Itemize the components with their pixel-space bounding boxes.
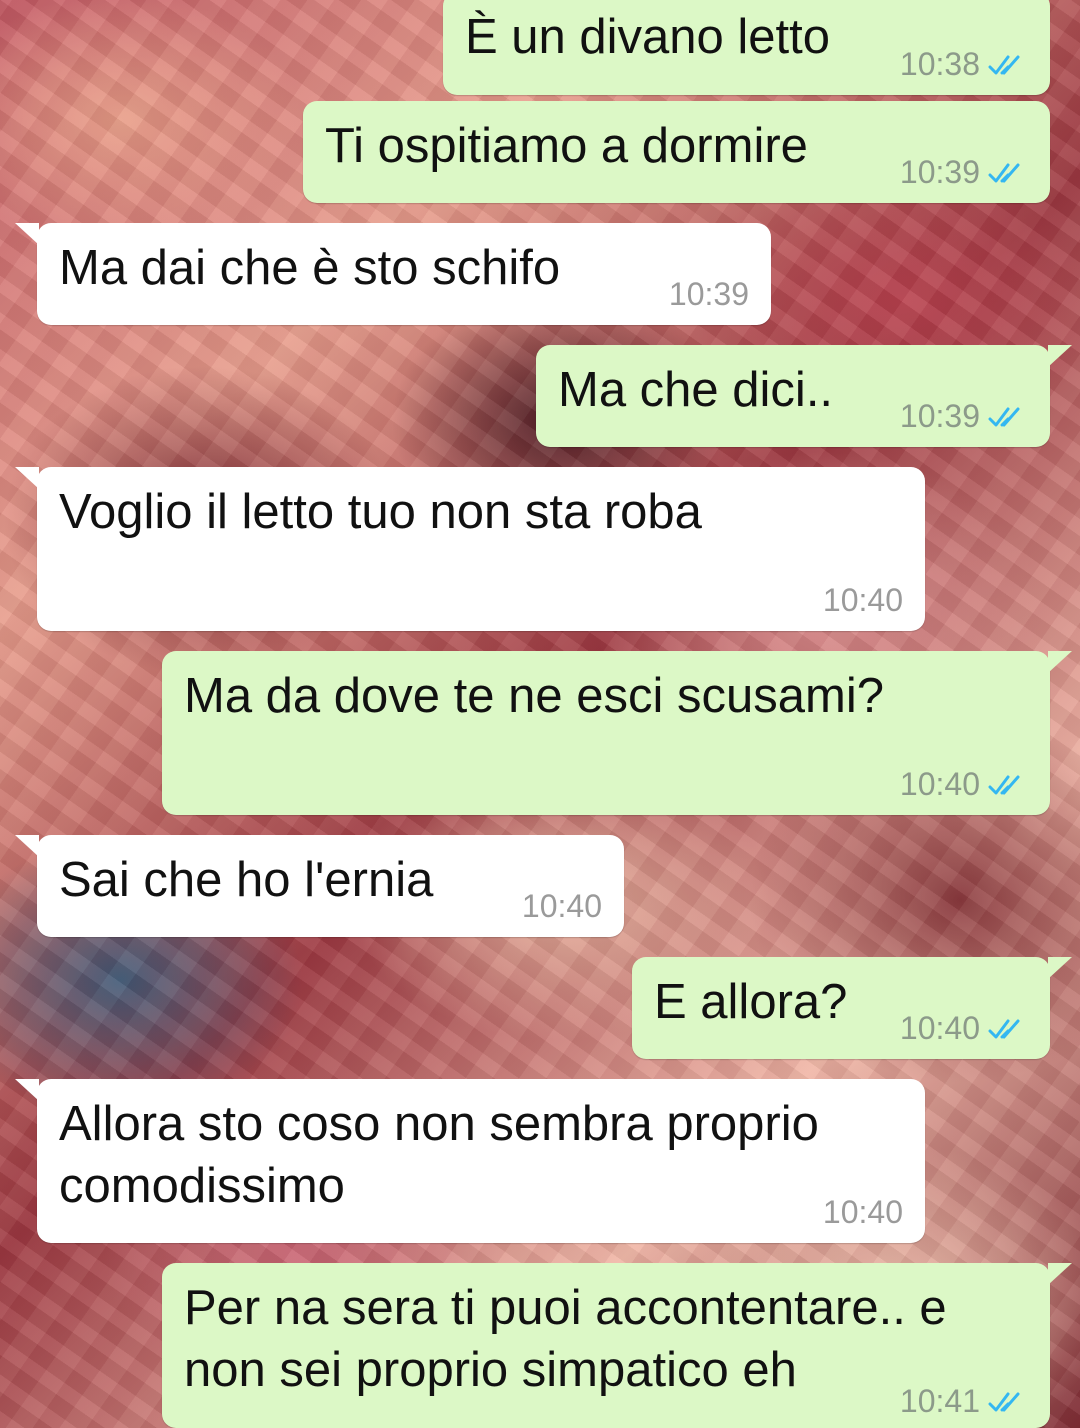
- message-meta: 10:41: [900, 1383, 1028, 1420]
- message-time: 10:40: [822, 1194, 903, 1230]
- message-time: 10:38: [899, 46, 980, 82]
- message-bubble-incoming[interactable]: Sai che ho l'ernia 10:40: [15, 835, 624, 937]
- double-check-icon: [988, 55, 1020, 74]
- message-bubble-outgoing[interactable]: Ma da dove te ne esci scusami? 10:40: [162, 651, 1072, 815]
- message-text: Sai che ho l'ernia: [59, 853, 434, 907]
- double-check-icon: [988, 1392, 1020, 1411]
- message-meta: 10:40: [522, 888, 602, 925]
- message-meta: 10:39: [900, 398, 1028, 435]
- message-bubble-outgoing[interactable]: Ti ospitiamo a dormire 10:39: [303, 101, 1050, 203]
- message-bubble-incoming[interactable]: Ma dai che è sto schifo 10:39: [15, 223, 771, 325]
- message-bubble-outgoing[interactable]: Ma che dici.. 10:39: [536, 345, 1072, 447]
- message-time: 10:39: [668, 276, 749, 312]
- message-bubble-outgoing[interactable]: È un divano letto 10:38: [443, 0, 1050, 95]
- message-text: Per na sera ti puoi accontentare.. e non…: [184, 1281, 961, 1397]
- message-text: Ma da dove te ne esci scusami?: [184, 669, 884, 723]
- double-check-icon: [988, 1019, 1020, 1038]
- double-check-icon: [988, 163, 1020, 182]
- message-meta: 10:39: [669, 276, 749, 313]
- message-time: 10:39: [899, 398, 980, 434]
- message-bubble-incoming[interactable]: Allora sto coso non sembra proprio comod…: [15, 1079, 925, 1243]
- message-bubble-outgoing[interactable]: E allora? 10:40: [632, 957, 1072, 1059]
- message-time: 10:40: [899, 766, 980, 802]
- message-time: 10:39: [899, 154, 980, 190]
- message-time: 10:41: [899, 1383, 980, 1419]
- message-meta: 10:38: [900, 46, 1028, 83]
- message-meta: 10:40: [823, 582, 903, 619]
- message-meta: 10:40: [900, 1010, 1028, 1047]
- double-check-icon: [988, 407, 1020, 426]
- message-text: Allora sto coso non sembra proprio comod…: [59, 1097, 833, 1213]
- message-time: 10:40: [822, 582, 903, 618]
- message-text: Voglio il letto tuo non sta roba: [59, 485, 702, 539]
- message-text: Ma dai che è sto schifo: [59, 241, 561, 295]
- message-meta: 10:40: [900, 766, 1028, 803]
- message-time: 10:40: [899, 1010, 980, 1046]
- message-time: 10:40: [521, 888, 602, 924]
- double-check-icon: [988, 775, 1020, 794]
- message-meta: 10:40: [823, 1194, 903, 1231]
- message-bubble-incoming[interactable]: Voglio il letto tuo non sta roba 10:40: [15, 467, 925, 631]
- message-meta: 10:39: [900, 154, 1028, 191]
- message-bubble-outgoing[interactable]: Per na sera ti puoi accontentare.. e non…: [162, 1263, 1072, 1428]
